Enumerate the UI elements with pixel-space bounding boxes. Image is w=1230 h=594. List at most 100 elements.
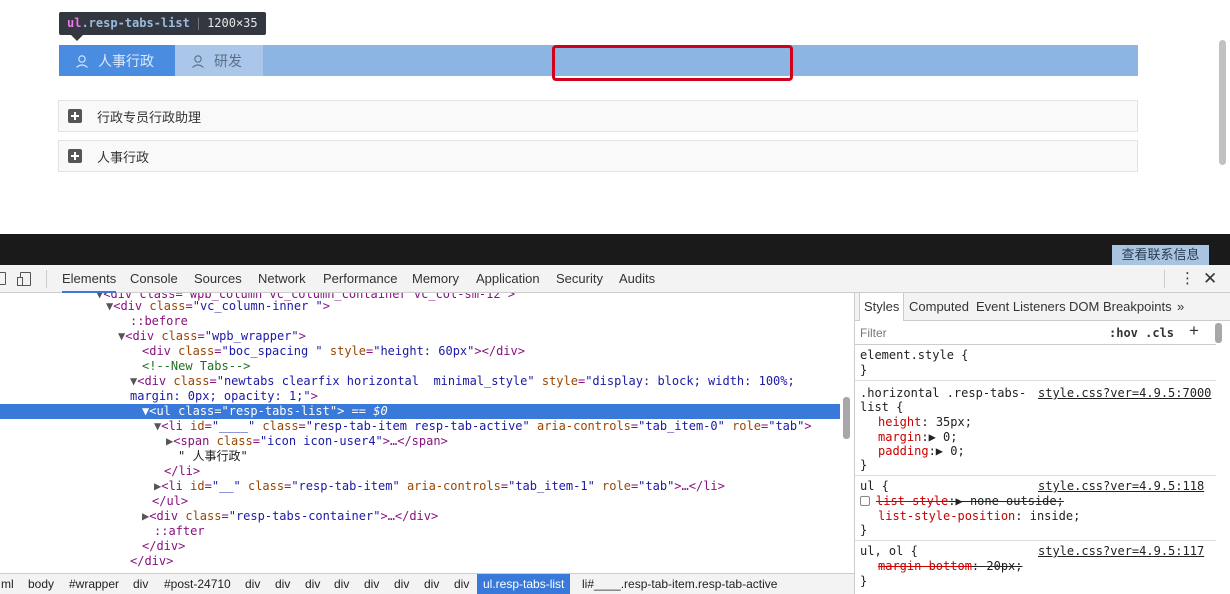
tab-hr-admin[interactable]: 人事行政 [59,45,175,76]
breadcrumb-item[interactable]: div [305,574,320,594]
tab-elements[interactable]: Elements [62,265,117,293]
breadcrumb-item[interactable]: #post-24710 [164,574,231,594]
breadcrumb-item[interactable]: div [424,574,439,594]
breadcrumb-item[interactable]: #wrapper [69,574,119,594]
devtools-toolbar: Elements Console Sources Network Perform… [0,265,1230,293]
dom-line[interactable]: </ul> [0,494,840,509]
breadcrumb-item[interactable]: div [245,574,260,594]
tab-application[interactable]: Application [476,265,540,293]
device-toolbar-icon[interactable] [17,271,34,287]
dom-line[interactable]: ::after [0,524,840,539]
tab-memory[interactable]: Memory [412,265,459,293]
dom-line[interactable]: ::before [0,314,840,329]
element-inspector-tooltip: ul.resp-tabs-list | 1200×35 [59,12,266,41]
tab-network[interactable]: Network [258,265,306,293]
dom-tree: ▼<div class="wpb_column vc_column_contai… [0,293,840,571]
breadcrumb: ml body #wrapper div #post-24710 div div… [0,573,854,594]
tab-security[interactable]: Security [556,265,603,293]
accordion-item-admin-assistant[interactable]: 行政专员行政助理 [58,100,1138,132]
rule-close: } [860,458,868,472]
rule-selector[interactable]: ul {style.css?ver=4.9.5:118 [860,479,1204,494]
page-scrollbar[interactable] [1219,40,1226,165]
breadcrumb-item[interactable]: div [364,574,379,594]
tab-rnd[interactable]: 研发 [175,45,263,76]
checkbox[interactable] [860,496,870,506]
dom-line[interactable]: " 人事行政" [0,449,840,464]
rule-declaration-overridden[interactable]: margin-bottom: 20px; [878,559,1023,574]
more-options-icon[interactable]: ⋮ [1180,265,1195,293]
dom-line[interactable]: ▼<li id="____" class="resp-tab-item resp… [0,419,840,434]
breadcrumb-item[interactable]: ml [1,574,14,594]
breadcrumb-item[interactable]: div [394,574,409,594]
hov-cls-toggle[interactable]: :hov .cls [1109,321,1174,345]
breadcrumb-item[interactable]: div [454,574,469,594]
dom-line[interactable]: </li> [0,464,840,479]
accordion-label: 行政专员行政助理 [97,109,202,125]
close-icon[interactable]: ✕ [1203,265,1217,293]
rule-source-link[interactable]: style.css?ver=4.9.5:118 [1038,479,1204,494]
breadcrumb-item[interactable]: body [28,574,54,594]
dom-line[interactable]: ▶<div class="resp-tabs-container">…</div… [0,509,840,524]
dom-line[interactable]: ▶<span class="icon icon-user4">…</span> [0,434,840,449]
inspect-element-icon[interactable] [0,272,6,285]
more-tabs-icon[interactable]: » [1177,293,1184,321]
rule-declaration[interactable]: margin:▶ 0; [878,430,958,445]
dom-line[interactable]: ▼<div class="wpb_wrapper"> [0,329,840,344]
breadcrumb-item[interactable]: div [334,574,349,594]
rule-selector[interactable]: ul, ol {style.css?ver=4.9.5:117 [860,544,1204,559]
styles-pane-tabs: Styles Computed Event Listeners DOM Brea… [855,293,1230,321]
rule-declaration[interactable]: padding:▶ 0; [878,444,965,459]
tab-label: 研发 [214,52,242,69]
annotation-highlight-box [552,45,793,81]
tab-event-listeners[interactable]: Event Listeners [976,293,1066,321]
rule-selector[interactable]: .horizontal .resp-tabs-style.css?ver=4.9… [860,386,1211,401]
plus-icon [68,149,82,163]
breadcrumb-item[interactable]: li#____.resp-tab-item.resp-tab-active [582,574,777,594]
tab-sources[interactable]: Sources [194,265,242,293]
rule-declaration-overridden[interactable]: list-style:▶ none outside; [860,494,1064,509]
plus-icon [68,109,82,123]
dom-line[interactable]: </div> [0,554,840,569]
breadcrumb-item[interactable]: div [133,574,148,594]
styles-scrollbar[interactable] [1215,323,1222,343]
tab-label: 人事行政 [98,52,154,69]
dom-line[interactable]: ▼<div class="newtabs clearfix horizontal… [0,374,840,389]
accordion-item-hr-admin[interactable]: 人事行政 [58,140,1138,172]
filter-input[interactable]: Filter [860,321,887,345]
rule-source-link[interactable]: style.css?ver=4.9.5:7000 [1038,386,1211,401]
dom-line[interactable]: ▶<li id="__" class="resp-tab-item" aria-… [0,479,840,494]
view-contact-button[interactable]: 查看联系信息 [1112,245,1209,265]
tab-computed[interactable]: Computed [909,293,969,321]
dom-line[interactable]: </div> [0,539,840,554]
rule-close: } [860,574,868,588]
user-icon [76,54,88,68]
web-page-viewport: ul.resp-tabs-list | 1200×35 人事行政 研发 行政专员行政… [0,0,1230,234]
rule-close: } [860,523,868,537]
new-rule-icon[interactable]: + [1189,319,1199,343]
rule-declaration[interactable]: list-style-position: inside; [878,509,1080,524]
rule-source-link[interactable]: style.css?ver=4.9.5:117 [1038,544,1204,559]
dom-line[interactable]: ▼<div class="vc_column-inner "> [0,299,840,314]
dom-scrollbar[interactable] [843,397,850,439]
user-icon [192,54,204,68]
style-rules: element.style { } .horizontal .resp-tabs… [855,345,1230,594]
styles-filter: Filter :hov .cls + [855,321,1216,345]
dom-line[interactable]: <!--New Tabs--> [0,359,840,374]
tab-console[interactable]: Console [130,265,178,293]
breadcrumb-item-selected[interactable]: ul.resp-tabs-list [477,574,571,594]
tab-dom-breakpoints[interactable]: DOM Breakpoints [1069,293,1172,321]
rule-selector[interactable]: element.style { [860,348,968,363]
dom-line[interactable]: <div class="boc_spacing " style="height:… [0,344,840,359]
accordion-label: 人事行政 [97,149,150,165]
tab-performance[interactable]: Performance [323,265,397,293]
rule-selector[interactable]: list { [860,400,903,415]
tooltip-tag: ul [67,16,82,30]
dom-line-selected[interactable]: ▼<ul class="resp-tabs-list"> == $0 [0,404,840,419]
rule-close: } [860,363,868,377]
tab-audits[interactable]: Audits [619,265,655,293]
breadcrumb-item[interactable]: div [275,574,290,594]
dom-line[interactable]: margin: 0px; opacity: 1;"> [0,389,840,404]
tooltip-dimensions: 1200×35 [207,16,258,30]
tab-styles[interactable]: Styles [859,293,905,321]
rule-declaration[interactable]: height: 35px; [878,415,972,430]
